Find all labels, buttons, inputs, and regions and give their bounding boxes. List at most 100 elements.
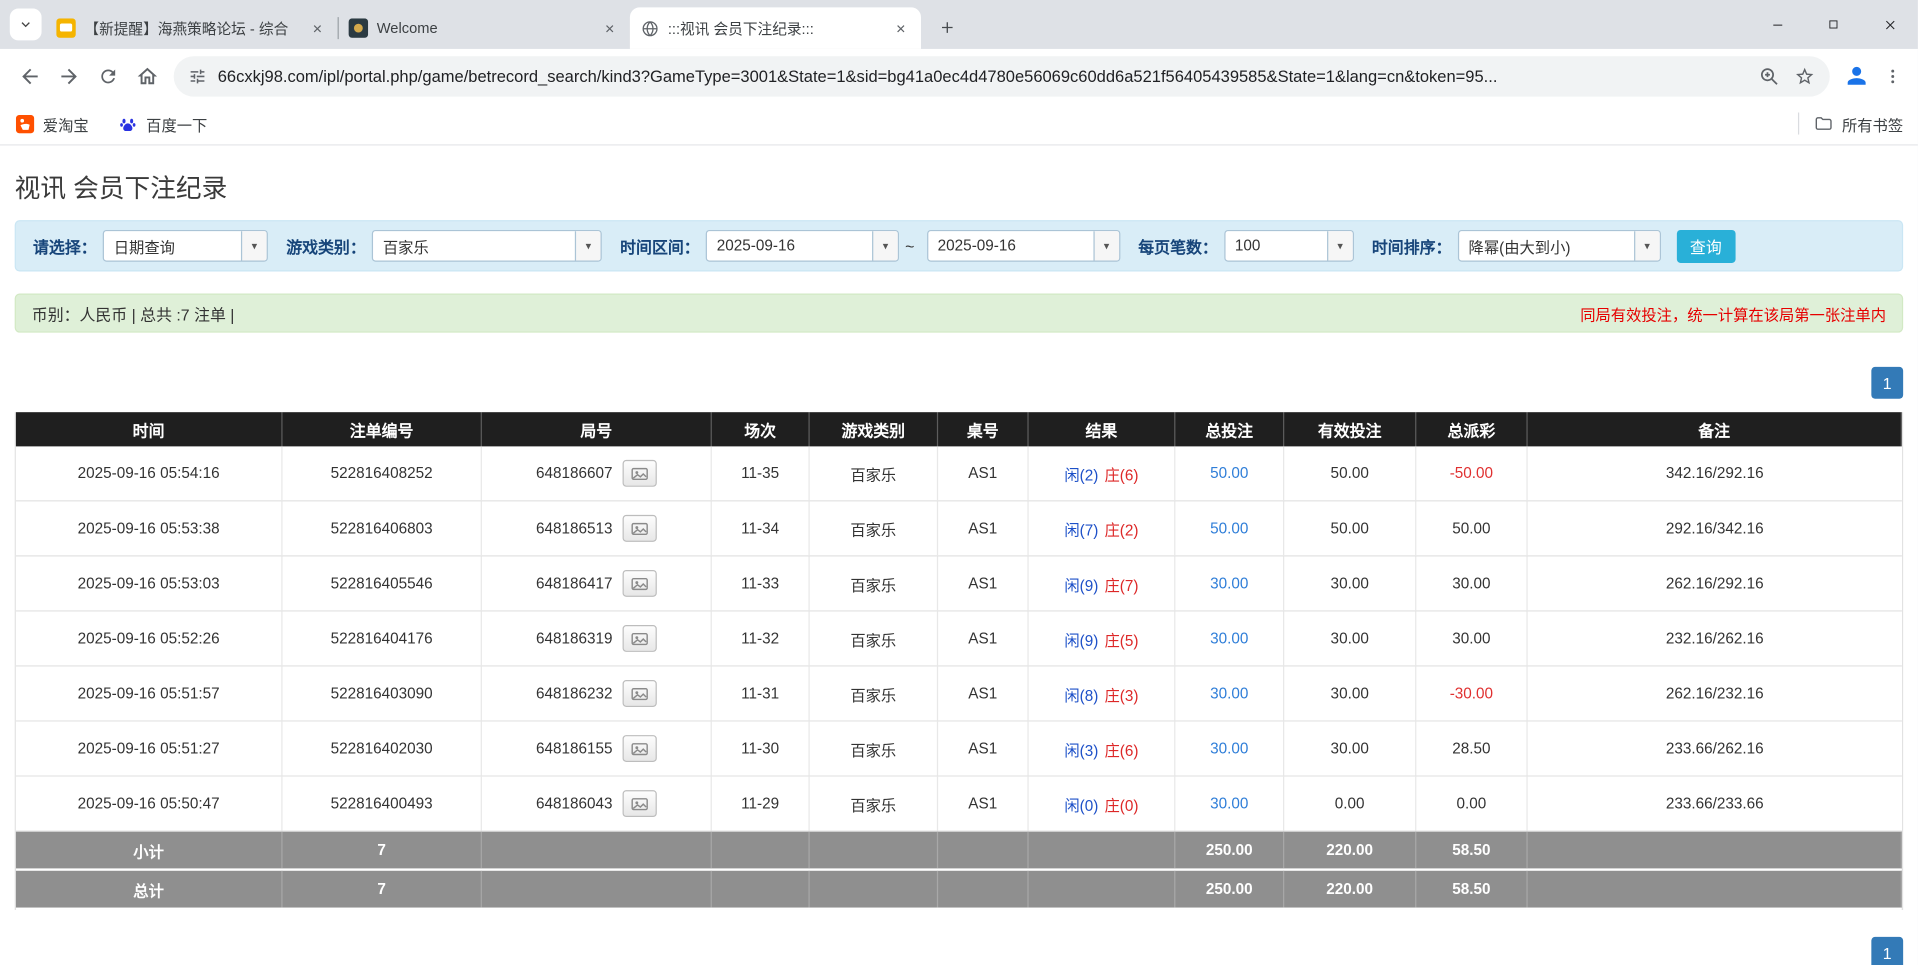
chevron-down-icon[interactable]: ▾ xyxy=(872,231,898,260)
address-bar[interactable]: 66cxkj98.com/ipl/portal.php/game/betreco… xyxy=(174,56,1830,96)
cell-session: 11-31 xyxy=(712,667,810,721)
new-tab-button[interactable] xyxy=(931,11,964,44)
chevron-down-icon[interactable]: ▾ xyxy=(575,231,601,260)
banker-result: 庄(0) xyxy=(1104,792,1138,815)
filter-bar: 请选择： 日期查询 ▾ 游戏类别： 百家乐 ▾ 时间区间： 2025-09-16… xyxy=(15,220,1903,271)
cell-time: 2025-09-16 05:52:26 xyxy=(16,612,283,666)
cell-payout: -30.00 xyxy=(1416,667,1527,721)
tab-search-chevron-button[interactable] xyxy=(10,9,42,41)
browser-tab-forum[interactable]: 【新提醒】海燕策略论坛 - 综合 xyxy=(46,7,337,49)
cell-time: 2025-09-16 05:51:57 xyxy=(16,667,283,721)
cell-total-bet: 50.00 xyxy=(1175,501,1284,555)
maximize-button[interactable] xyxy=(1805,0,1861,49)
tab-close-icon[interactable] xyxy=(599,18,620,39)
cell-time: 2025-09-16 05:50:47 xyxy=(16,777,283,831)
round-result-image-button[interactable] xyxy=(622,515,656,542)
date-range-label: 时间区间： xyxy=(620,234,700,257)
cell-total-bet: 30.00 xyxy=(1175,557,1284,611)
banker-result: 庄(5) xyxy=(1104,627,1138,650)
cell-session: 11-32 xyxy=(712,612,810,666)
subtotal-payout: 58.50 xyxy=(1416,832,1527,869)
cell-valid-bet: 30.00 xyxy=(1284,722,1416,776)
total-bet-link[interactable]: 50.00 xyxy=(1210,520,1248,537)
tab-strip: 【新提醒】海燕策略论坛 - 综合 Welcome :::视讯 会员 xyxy=(0,0,1918,49)
round-number: 648186043 xyxy=(536,795,613,812)
round-result-image-button[interactable] xyxy=(622,625,656,652)
url-text[interactable]: 66cxkj98.com/ipl/portal.php/game/betreco… xyxy=(218,67,1747,85)
bookmark-baidu[interactable]: 百度一下 xyxy=(118,112,207,135)
tab-close-icon[interactable] xyxy=(307,18,328,39)
table-row: 2025-09-16 05:51:27 522816402030 6481861… xyxy=(16,722,1902,777)
cell-result: 闲(7) 庄(2) xyxy=(1029,501,1176,555)
site-settings-tune-icon[interactable] xyxy=(188,67,206,85)
player-result: 闲(0) xyxy=(1064,792,1098,815)
home-button[interactable] xyxy=(127,56,166,95)
cell-result: 闲(2) 庄(6) xyxy=(1029,446,1176,500)
cell-payout: -50.00 xyxy=(1416,446,1527,500)
cell-valid-bet: 30.00 xyxy=(1284,557,1416,611)
bookmark-star-icon[interactable] xyxy=(1794,65,1815,86)
reload-button[interactable] xyxy=(88,56,127,95)
cell-round: 648186607 xyxy=(482,446,712,500)
search-button[interactable]: 查询 xyxy=(1676,229,1735,262)
chevron-down-icon[interactable]: ▾ xyxy=(1327,231,1353,260)
col-header-table: 桌号 xyxy=(938,412,1029,446)
round-result-image-button[interactable] xyxy=(622,460,656,487)
profile-avatar-icon[interactable] xyxy=(1837,56,1876,95)
cell-time: 2025-09-16 05:53:38 xyxy=(16,501,283,555)
cell-game: 百家乐 xyxy=(810,612,938,666)
query-type-select[interactable]: 日期查询 ▾ xyxy=(103,230,268,262)
chevron-down-icon[interactable]: ▾ xyxy=(241,231,267,260)
round-result-image-button[interactable] xyxy=(622,790,656,817)
cell-game: 百家乐 xyxy=(810,667,938,721)
total-bet-link[interactable]: 30.00 xyxy=(1210,685,1248,702)
date-from-input[interactable]: 2025-09-16 ▾ xyxy=(706,230,899,262)
cell-result: 闲(3) 庄(6) xyxy=(1029,722,1176,776)
all-bookmarks-button[interactable]: 所有书签 xyxy=(1798,112,1903,135)
round-result-image-button[interactable] xyxy=(622,570,656,597)
col-header-note: 备注 xyxy=(1528,412,1902,446)
tab-title: Welcome xyxy=(377,20,591,37)
bookmark-taobao[interactable]: 爱淘宝 xyxy=(15,112,89,135)
browser-window: 【新提醒】海燕策略论坛 - 综合 Welcome :::视讯 会员 xyxy=(0,0,1918,965)
chevron-down-icon[interactable]: ▾ xyxy=(1634,231,1660,260)
page-size-select[interactable]: 100 ▾ xyxy=(1224,230,1354,262)
table-row: 2025-09-16 05:51:57 522816403090 6481862… xyxy=(16,667,1902,722)
game-type-select[interactable]: 百家乐 ▾ xyxy=(372,230,602,262)
chevron-down-icon[interactable]: ▾ xyxy=(1093,231,1119,260)
sort-order-label: 时间排序： xyxy=(1372,234,1452,257)
total-bet-link[interactable]: 30.00 xyxy=(1210,575,1248,592)
total-bet-link[interactable]: 30.00 xyxy=(1210,795,1248,812)
page-1-button[interactable]: 1 xyxy=(1871,367,1903,399)
total-bet-link[interactable]: 30.00 xyxy=(1210,630,1248,647)
tab-close-icon[interactable] xyxy=(890,18,911,39)
round-result-image-button[interactable] xyxy=(622,735,656,762)
cell-game: 百家乐 xyxy=(810,777,938,831)
cell-result: 闲(9) 庄(5) xyxy=(1029,612,1176,666)
close-window-button[interactable] xyxy=(1862,0,1918,49)
all-bookmarks-label: 所有书签 xyxy=(1842,112,1903,135)
cell-payout: 30.00 xyxy=(1416,557,1527,611)
total-bet-link[interactable]: 30.00 xyxy=(1210,740,1248,757)
browser-tab-betrecord-active[interactable]: :::视讯 会员下注纪录::: xyxy=(630,7,921,49)
minimize-button[interactable] xyxy=(1749,0,1805,49)
cell-round: 648186043 xyxy=(482,777,712,831)
cell-note: 232.16/262.16 xyxy=(1528,612,1902,666)
sort-order-select[interactable]: 降幂(由大到小) ▾ xyxy=(1458,230,1661,262)
player-result: 闲(2) xyxy=(1064,462,1098,485)
forward-button[interactable] xyxy=(49,56,88,95)
date-to-input[interactable]: 2025-09-16 ▾ xyxy=(927,230,1120,262)
total-bet-link[interactable]: 50.00 xyxy=(1210,465,1248,482)
browser-tab-welcome[interactable]: Welcome xyxy=(339,7,630,49)
cell-table: AS1 xyxy=(938,612,1029,666)
page-1-button[interactable]: 1 xyxy=(1871,937,1903,965)
cell-bet-id: 522816408252 xyxy=(283,446,482,500)
browser-menu-icon[interactable] xyxy=(1876,56,1908,95)
back-button[interactable] xyxy=(10,56,49,95)
pagination-bottom: 1 xyxy=(15,937,1903,965)
banker-result: 庄(6) xyxy=(1104,737,1138,760)
close-icon xyxy=(1883,18,1896,31)
round-result-image-button[interactable] xyxy=(622,680,656,707)
subtotal-count: 7 xyxy=(283,832,482,869)
zoom-icon[interactable] xyxy=(1759,65,1780,86)
